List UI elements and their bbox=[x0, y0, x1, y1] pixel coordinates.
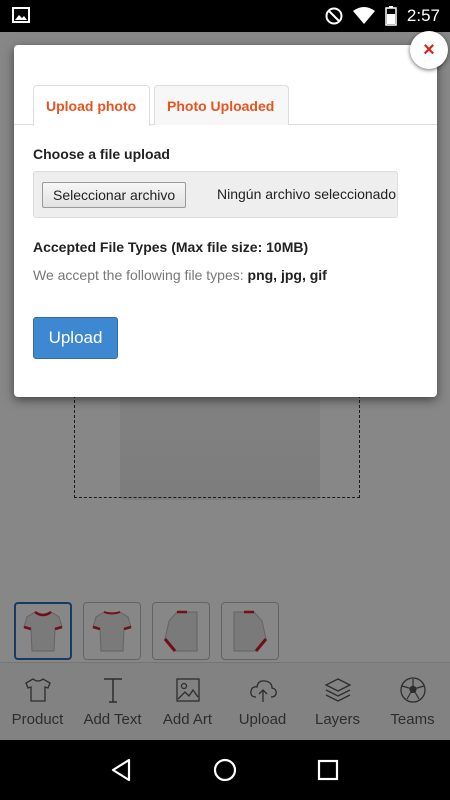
wifi-icon bbox=[352, 7, 375, 24]
recents-icon[interactable] bbox=[315, 757, 341, 783]
do-not-disturb-icon bbox=[325, 7, 343, 25]
upload-button[interactable]: Upload bbox=[33, 317, 118, 359]
home-icon[interactable] bbox=[212, 757, 238, 783]
file-input[interactable]: Seleccionar archivo Ningún archivo selec… bbox=[33, 171, 398, 218]
modal-tabs: Upload photo Photo Uploaded bbox=[14, 85, 437, 126]
close-modal-button[interactable]: × bbox=[410, 31, 448, 69]
status-time: 2:57 bbox=[406, 6, 440, 25]
accepted-types-list: png, jpg, gif bbox=[247, 267, 327, 283]
close-icon: × bbox=[423, 38, 435, 61]
accepted-types-title: Accepted File Types (Max file size: 10MB… bbox=[33, 239, 309, 255]
status-bar: 2:57 bbox=[0, 0, 450, 32]
upload-modal: Upload photo Photo Uploaded Choose a fil… bbox=[14, 45, 437, 397]
tab-upload-photo[interactable]: Upload photo bbox=[33, 85, 150, 126]
android-nav-bar bbox=[0, 740, 450, 800]
image-icon bbox=[12, 7, 30, 23]
tab-photo-uploaded[interactable]: Photo Uploaded bbox=[154, 85, 289, 125]
accepted-types-text: We accept the following file types: png,… bbox=[33, 267, 327, 283]
select-file-button[interactable]: Seleccionar archivo bbox=[42, 182, 187, 208]
battery-icon bbox=[385, 6, 397, 26]
accepted-types-prefix: We accept the following file types: bbox=[33, 267, 248, 283]
file-status-text: Ningún archivo seleccionado bbox=[217, 186, 396, 202]
back-icon[interactable] bbox=[109, 757, 135, 783]
choose-file-label: Choose a file upload bbox=[33, 146, 170, 162]
